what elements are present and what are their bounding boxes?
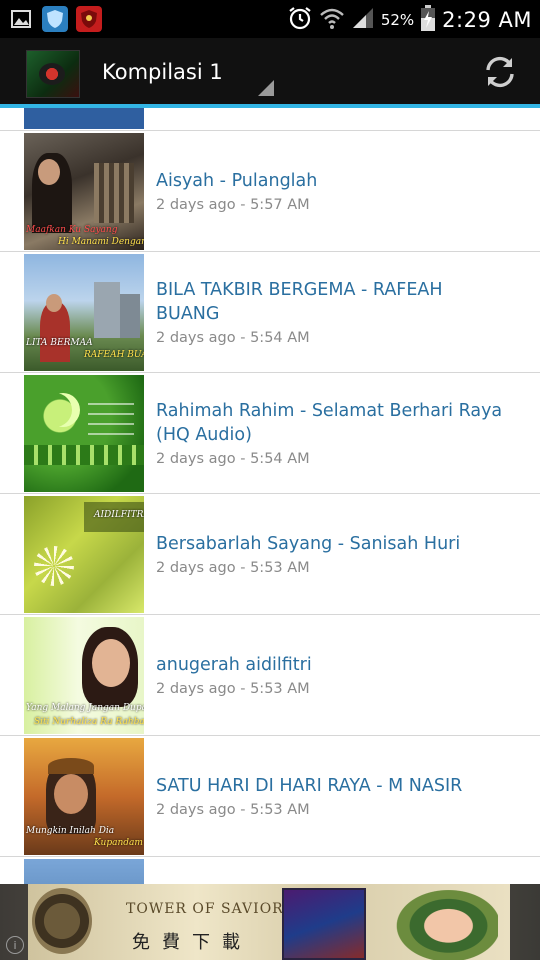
wifi-icon	[319, 6, 345, 34]
thumbnail-caption: Hi Manami Dengan	[58, 237, 144, 247]
list-item[interactable]: LITA BERMAA RAFEAH BUANG BILA TAKBIR BER…	[0, 252, 540, 373]
video-thumbnail	[24, 108, 144, 129]
video-title[interactable]: Rahimah Rahim - Selamat Berhari Raya (HQ…	[156, 399, 510, 447]
video-meta: 2 days ago - 5:57 AM	[156, 197, 310, 213]
video-meta: 2 days ago - 5:54 AM	[156, 451, 310, 467]
ad-game-screenshot	[282, 888, 366, 960]
video-thumbnail	[24, 859, 144, 884]
video-thumbnail	[24, 375, 144, 492]
clock: 2:29 AM	[442, 8, 532, 32]
list-item[interactable]: Mungkin Inilah Dia Kupandam SATU HARI DI…	[0, 736, 540, 857]
video-title[interactable]: SATU HARI DI HARI RAYA - M NASIR	[156, 774, 510, 798]
video-title[interactable]: BILA TAKBIR BERGEMA - RAFEAH BUANG	[156, 278, 510, 326]
alarm-icon	[287, 5, 313, 35]
shield-notification-icon	[42, 6, 68, 32]
video-title[interactable]: Bersabarlah Sayang - Sanisah Huri	[156, 532, 510, 556]
video-thumbnail: Maafkan Ku Sayang Hi Manami Dengan	[24, 133, 144, 250]
app-bar: Kompilasi 1	[0, 38, 540, 108]
ad-banner[interactable]: TOWER OF SAVIORS 神魔之塔 免費下載 i	[0, 884, 540, 960]
ad-character-image	[388, 884, 498, 960]
ad-subtitle: 免費下載	[132, 932, 252, 953]
thumbnail-caption: RAFEAH BUANG	[84, 350, 144, 360]
list-item[interactable]: AIDILFITRI Bersabarlah Sayang - Sanisah …	[0, 494, 540, 615]
video-thumbnail: Yang Malang Jangan Dupa Siti Nurhaliza R…	[24, 617, 144, 734]
dropdown-indicator-icon[interactable]	[258, 80, 274, 96]
gallery-notification-icon	[8, 6, 34, 32]
video-list[interactable]: Maafkan Ku Sayang Hi Manami Dengan Aisya…	[0, 108, 540, 884]
thumbnail-caption: AIDILFITRI	[94, 510, 144, 520]
video-title[interactable]: Aisyah - Pulanglah	[156, 169, 510, 193]
video-thumbnail: LITA BERMAA RAFEAH BUANG	[24, 254, 144, 371]
battery-percent: 52%	[380, 11, 415, 29]
app-logo[interactable]	[26, 50, 80, 98]
thumbnail-caption: Maafkan Ku Sayang	[26, 225, 118, 235]
video-meta: 2 days ago - 5:53 AM	[156, 560, 310, 576]
thumbnail-caption: Yang Malang Jangan Dupa	[26, 703, 144, 713]
thumbnail-caption: Siti Nurhaliza Ra Rahbau	[34, 717, 144, 727]
video-thumbnail: AIDILFITRI	[24, 496, 144, 613]
thumbnail-caption: Mungkin Inilah Dia	[26, 826, 115, 836]
ad-emblem-icon	[32, 888, 92, 954]
video-thumbnail: Mungkin Inilah Dia Kupandam	[24, 738, 144, 855]
video-title[interactable]: anugerah aidilfitri	[156, 653, 510, 677]
refresh-button[interactable]	[482, 54, 518, 90]
video-meta: 2 days ago - 5:53 AM	[156, 681, 310, 697]
list-item-partial[interactable]	[0, 108, 540, 131]
thumbnail-caption: Kupandam	[94, 838, 143, 848]
list-item[interactable]: Maafkan Ku Sayang Hi Manami Dengan Aisya…	[0, 131, 540, 252]
video-meta: 2 days ago - 5:54 AM	[156, 330, 310, 346]
lock-notification-icon	[76, 6, 102, 32]
thumbnail-caption: LITA BERMAA	[26, 338, 93, 348]
battery-charging-icon	[420, 4, 436, 36]
video-meta: 2 days ago - 5:53 AM	[156, 802, 310, 818]
list-item-partial[interactable]	[0, 857, 540, 884]
refresh-icon	[486, 56, 514, 88]
ad-info-icon[interactable]: i	[6, 936, 24, 954]
signal-icon	[351, 6, 375, 34]
ad-creative[interactable]: TOWER OF SAVIORS 神魔之塔 免費下載	[28, 884, 510, 960]
list-item[interactable]: Yang Malang Jangan Dupa Siti Nurhaliza R…	[0, 615, 540, 736]
playlist-title[interactable]: Kompilasi 1	[102, 60, 223, 84]
status-bar: 52% 2:29 AM	[0, 0, 540, 38]
list-item[interactable]: Rahimah Rahim - Selamat Berhari Raya (HQ…	[0, 373, 540, 494]
